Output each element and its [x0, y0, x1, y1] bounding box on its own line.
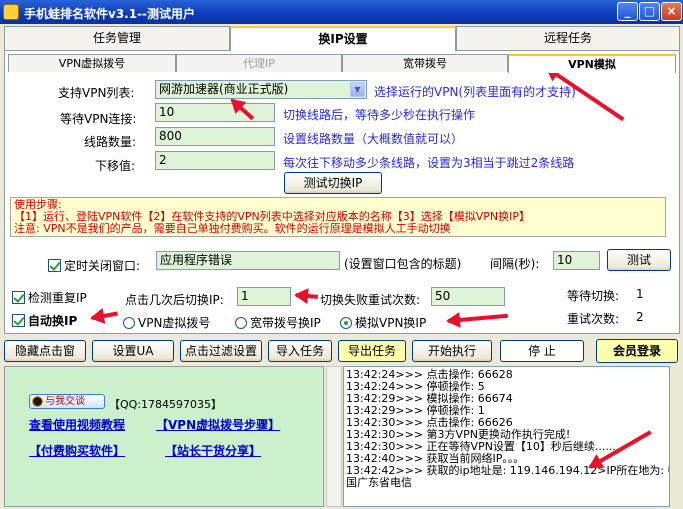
qq-number: 【QQ:1784597035】: [109, 398, 223, 411]
maximize-button[interactable]: □: [639, 2, 660, 21]
app-frog-icon: [3, 4, 19, 20]
radio-simulate-label: 模拟VPN换IP: [355, 316, 427, 330]
line-count-input[interactable]: 800: [155, 127, 275, 146]
checkbox-checked-icon[interactable]: [12, 291, 25, 304]
interval-input[interactable]: 10: [553, 251, 600, 270]
log-line: 国广东省电信: [346, 476, 412, 489]
retry-count-value: 2: [636, 310, 644, 324]
wait-switch-label: 等待切换:: [567, 289, 620, 303]
interval-label: 间隔(秒):: [490, 257, 540, 271]
close-button[interactable]: ×: [661, 2, 682, 21]
vpn-list-selected-value: 网游加速器(商业正式版): [159, 82, 289, 96]
member-login-button[interactable]: 会员登录: [596, 339, 678, 363]
radio-broadband-dial[interactable]: 宽带拨号换IP: [235, 314, 321, 331]
qq-chat-badge[interactable]: 与我交谈: [29, 394, 105, 409]
vpn-list-hint: 选择运行的VPN(列表里面有的才支持): [374, 85, 576, 99]
stop-button[interactable]: 停 止: [500, 340, 584, 362]
detect-duplicate-ip-checkbox[interactable]: 检测重复IP: [12, 289, 87, 306]
shift-value-hint: 每次往下移动多少条线路，设置为3相当于跳过2条线路: [283, 156, 575, 170]
radio-vpn-virtual-dial[interactable]: VPN虚拟拨号: [123, 314, 210, 331]
radio-simulate-vpn[interactable]: 模拟VPN换IP: [340, 314, 426, 331]
retry-count-label: 重试次数:: [567, 312, 620, 326]
chevron-down-icon[interactable]: ▼: [350, 82, 365, 97]
title-bar: 手机蛙排名软件v3.1--测试用户 _ □ ×: [0, 0, 683, 24]
shift-value-input[interactable]: 2: [155, 151, 275, 170]
wait-vpn-input[interactable]: 10: [155, 103, 275, 122]
tab-proxy-ip[interactable]: 代理IP: [176, 54, 342, 72]
radio-broadband-label: 宽带拨号换IP: [250, 316, 321, 330]
vpn-list-label: 支持VPN列表:: [58, 86, 135, 100]
buy-software-link[interactable]: 【付费购买软件】: [29, 442, 125, 459]
auto-switch-ip-label: 自动换IP: [28, 314, 78, 328]
qq-badge-label: 与我交谈: [45, 396, 85, 407]
tab-broadband-dial[interactable]: 宽带拨号: [342, 54, 508, 72]
tab-ip-settings[interactable]: 换IP设置: [230, 26, 456, 51]
radio-unselected-icon[interactable]: [235, 317, 247, 329]
auto-switch-ip-checkbox[interactable]: 自动换IP: [12, 312, 77, 329]
shift-value-label: 下移值:: [95, 159, 136, 173]
detect-duplicate-ip-label: 检测重复IP: [28, 291, 87, 305]
checkbox-checked-icon[interactable]: [12, 314, 25, 327]
retry-on-fail-input[interactable]: 50: [431, 287, 505, 306]
steps-line-2: 注意: VPN不是我们的产品，需要自己单独付费购买。软件的运行原理是模拟人工手动…: [14, 222, 451, 235]
tab-vpn-simulate[interactable]: VPN模拟: [508, 54, 676, 73]
video-tutorial-link[interactable]: 查看使用视频教程: [29, 416, 125, 433]
line-count-label: 线路数量:: [84, 135, 137, 149]
wait-vpn-label: 等待VPN连接:: [60, 112, 137, 126]
timer-window-title-input[interactable]: 应用程序错误: [156, 251, 340, 270]
annotation-arrow: [295, 293, 319, 299]
clicks-before-switch-input[interactable]: 1: [237, 287, 291, 306]
wait-switch-value: 1: [636, 287, 644, 301]
qq-penguin-icon: [32, 396, 43, 407]
test-switch-ip-button[interactable]: 测试切换IP: [284, 172, 382, 194]
clicks-before-switch-label: 点击几次后切换IP:: [125, 293, 224, 307]
tab-task-management[interactable]: 任务管理: [4, 26, 230, 50]
info-links-pane: 与我交谈 【QQ:1784597035】 查看使用视频教程 【VPN虚拟拨号步骤…: [4, 366, 324, 507]
timer-test-button[interactable]: 测试: [607, 249, 671, 271]
import-task-button[interactable]: 导入任务: [268, 340, 332, 362]
window-title: 手机蛙排名软件v3.1--测试用户: [24, 7, 196, 21]
set-ua-button[interactable]: 设置UA: [92, 340, 174, 362]
webmaster-share-link[interactable]: 【站长干货分享】: [165, 442, 261, 459]
timer-close-checkbox[interactable]: 定时关闭窗口:: [48, 257, 140, 274]
line-count-hint: 设置线路数量（大概数值就可以）: [283, 132, 464, 146]
checkbox-checked-icon[interactable]: [48, 259, 61, 272]
retry-on-fail-label: 切换失败重试次数:: [320, 293, 421, 307]
radio-unselected-icon[interactable]: [123, 317, 135, 329]
timer-close-label: 定时关闭窗口:: [64, 259, 141, 273]
tab-vpn-virtual-dial[interactable]: VPN虚拟拨号: [8, 54, 176, 72]
vpn-list-select[interactable]: 网游加速器(商业正式版) ▼: [155, 80, 367, 99]
log-output: 13:42:24>>> 点击操作: 66628 13:42:24>>> 停顿操作:…: [343, 366, 670, 507]
usage-steps-box: 使用步骤: 【1】运行、登陆VPN软件【2】在软件支持的VPN列表中选择对应版本…: [10, 197, 666, 237]
export-task-button[interactable]: 导出任务: [338, 340, 406, 362]
minimize-button[interactable]: _: [617, 2, 638, 21]
radio-selected-icon[interactable]: [340, 317, 352, 329]
radio-vpn-label: VPN虚拟拨号: [138, 316, 211, 330]
click-filter-settings-button[interactable]: 点击过滤设置: [180, 340, 262, 362]
start-execute-button[interactable]: 开始执行: [412, 340, 492, 362]
tab-remote-tasks[interactable]: 远程任务: [456, 26, 680, 50]
hide-click-window-button[interactable]: 隐藏点击窗: [4, 340, 86, 362]
scrollbar[interactable]: [326, 366, 342, 507]
wait-vpn-hint: 切换线路后，等待多少秒在执行操作: [283, 108, 476, 122]
timer-window-hint: (设置窗口包含的标题): [344, 257, 462, 271]
vpn-steps-link[interactable]: 【VPN虚拟拨号步骤】: [156, 416, 280, 433]
